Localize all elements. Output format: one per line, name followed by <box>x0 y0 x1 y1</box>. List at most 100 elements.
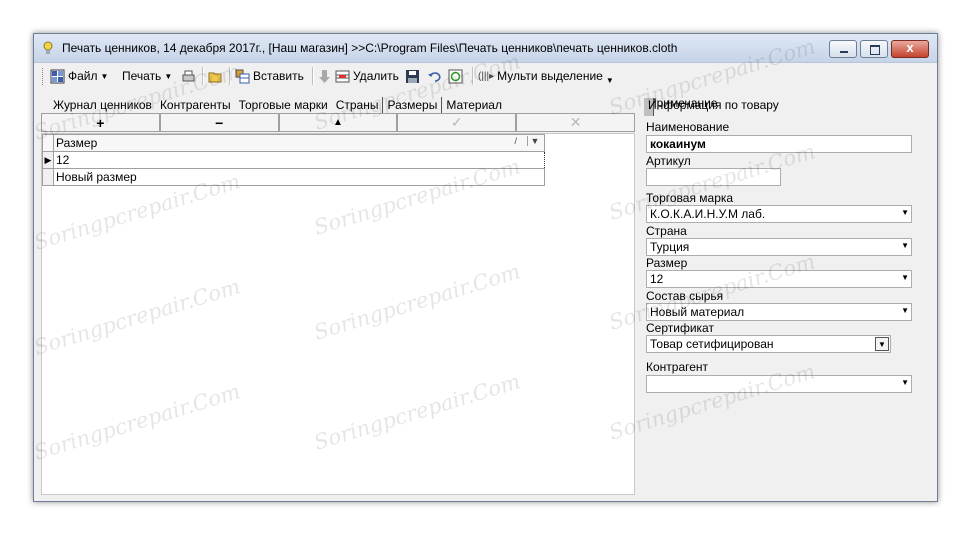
refresh-green-icon <box>448 69 463 83</box>
maximize-icon <box>870 45 880 55</box>
printer-button[interactable] <box>181 66 199 86</box>
print-chevron-down-icon: ▼ <box>164 71 173 81</box>
certificate-value: Товар сетифицирован <box>650 337 774 351</box>
name-field[interactable]: кокаинум <box>646 135 912 153</box>
record-navigator: + − ▲ ✓ ✕ <box>41 113 635 132</box>
right-tab-strip: Информация по товару Примечание <box>644 94 930 116</box>
table-row[interactable]: ▶ 12 <box>42 151 545 169</box>
minimize-button[interactable] <box>829 40 857 58</box>
brand-value: К.О.К.А.И.Н.У.М лаб. <box>650 207 766 221</box>
undo-arrow-icon <box>428 71 441 82</box>
article-field[interactable] <box>646 168 781 186</box>
maximize-button[interactable] <box>860 40 888 58</box>
refresh-button[interactable] <box>448 66 466 86</box>
delete-rows-icon <box>335 70 350 82</box>
file-grid-icon <box>50 69 65 83</box>
multi-select-label: Мульти выделение <box>497 69 603 83</box>
file-chevron-down-icon: ▼ <box>100 71 109 81</box>
close-icon: x <box>906 40 914 55</box>
size-cell[interactable]: 12 <box>53 151 545 169</box>
size-column-title: Размер <box>56 136 98 150</box>
contractor-select[interactable]: ▼ <box>646 375 912 393</box>
app-window: Печать ценников, 14 декабря 2017г., [Наш… <box>33 33 938 502</box>
tab-countries[interactable]: Страны <box>332 97 383 113</box>
country-value: Турция <box>650 240 690 254</box>
file-menu-label: Файл <box>68 69 98 83</box>
certificate-label: Сертификат <box>646 321 714 335</box>
tab-item-info[interactable]: Информация по товару <box>644 98 779 116</box>
chevron-down-icon: ▼ <box>901 306 909 315</box>
brand-label: Торговая марка <box>646 191 734 205</box>
move-up-button[interactable]: ▲ <box>278 113 398 132</box>
grid-header-row: Размер / ▼ <box>42 134 545 152</box>
toolbar-separator <box>229 67 231 85</box>
chevron-down-icon: ▼ <box>901 208 909 217</box>
size-label: Размер <box>646 256 688 270</box>
contractor-label: Контрагент <box>646 360 709 374</box>
brand-select[interactable]: К.О.К.А.И.Н.У.М лаб. ▼ <box>646 205 912 223</box>
toolbar-separator <box>312 67 314 85</box>
name-label: Наименование <box>646 120 730 134</box>
move-down-button[interactable] <box>317 66 335 86</box>
material-label: Состав сырья <box>646 289 724 303</box>
current-row-marker-icon: ▶ <box>42 151 54 169</box>
country-select[interactable]: Турция ▼ <box>646 238 912 256</box>
sizes-grid: Размер / ▼ ▶ 12 Новый размер <box>42 134 545 186</box>
printer-icon <box>182 70 195 81</box>
file-menu-button[interactable]: Файл ▼ <box>50 66 108 86</box>
confirm-edit-button[interactable]: ✓ <box>397 113 517 132</box>
delete-button[interactable]: Удалить <box>335 66 399 86</box>
chevron-down-icon[interactable]: ▼ <box>875 337 889 351</box>
tab-brands[interactable]: Торговые марки <box>235 97 332 113</box>
tab-price-journal[interactable]: Журнал ценников <box>49 97 156 113</box>
toolbar-separator <box>472 67 474 85</box>
item-info-panel: Информация по товару Примечание Наименов… <box>644 94 930 393</box>
size-select[interactable]: 12 ▼ <box>646 270 912 288</box>
tab-contractors[interactable]: Контрагенты <box>156 97 235 113</box>
multi-select-chevron-down-icon: ▼ <box>605 75 614 85</box>
chevron-down-icon: ▼ <box>901 378 909 387</box>
remove-record-button[interactable]: − <box>159 113 279 132</box>
tab-strip: Журнал ценников Контрагенты Торговые мар… <box>49 95 506 115</box>
close-button[interactable]: x <box>891 40 929 58</box>
header-controls: / ▼ <box>514 136 542 146</box>
folder-open-icon <box>208 72 222 82</box>
paste-button[interactable]: Вставить <box>235 66 304 86</box>
material-select[interactable]: Новый материал ▼ <box>646 303 912 321</box>
toolbar: Файл ▼ Печать ▼ Вставить Удалить (|||▸ М… <box>36 63 935 89</box>
save-button[interactable] <box>405 66 423 86</box>
paste-label: Вставить <box>253 69 304 83</box>
window-title: Печать ценников, 14 декабря 2017г., [Наш… <box>62 41 678 55</box>
floppy-save-icon <box>406 69 419 83</box>
open-folder-button[interactable] <box>208 66 226 86</box>
header-indicator-cell <box>42 134 54 152</box>
table-row[interactable]: Новый размер <box>42 168 545 186</box>
article-label: Артикул <box>646 154 691 168</box>
paste-grid-icon <box>235 69 250 83</box>
certificate-select[interactable]: Товар сетифицирован ▼ <box>646 335 891 353</box>
undo-button[interactable] <box>427 66 445 86</box>
sizes-grid-area[interactable]: Размер / ▼ ▶ 12 Новый размер <box>41 133 635 495</box>
cancel-edit-button[interactable]: ✕ <box>516 113 635 132</box>
print-menu-label: Печать <box>122 69 162 83</box>
size-cell[interactable]: Новый размер <box>53 168 545 186</box>
sort-indicator-icon: / <box>514 136 517 146</box>
minimize-icon <box>840 51 848 53</box>
toolbar-grip[interactable] <box>42 68 46 85</box>
size-column-header[interactable]: Размер / ▼ <box>53 134 545 152</box>
chevron-down-icon: ▼ <box>901 273 909 282</box>
add-record-button[interactable]: + <box>41 113 160 132</box>
arrow-down-icon <box>319 69 330 83</box>
multi-select-button[interactable]: (|||▸ Мульти выделение ▼ <box>478 66 614 86</box>
tab-material[interactable]: Материал <box>442 97 506 113</box>
print-menu-button[interactable]: Печать ▼ <box>122 66 172 86</box>
toolbar-separator <box>202 67 204 85</box>
title-bar[interactable]: Печать ценников, 14 декабря 2017г., [Наш… <box>34 34 937 63</box>
tab-sizes[interactable]: Размеры <box>382 97 443 113</box>
material-value: Новый материал <box>650 305 745 319</box>
chevron-down-icon: ▼ <box>901 241 909 250</box>
multi-select-icon: (|||▸ <box>478 70 495 82</box>
column-filter-dropdown-icon[interactable]: ▼ <box>527 136 542 146</box>
country-label: Страна <box>646 224 687 238</box>
app-lightbulb-icon <box>43 41 53 54</box>
